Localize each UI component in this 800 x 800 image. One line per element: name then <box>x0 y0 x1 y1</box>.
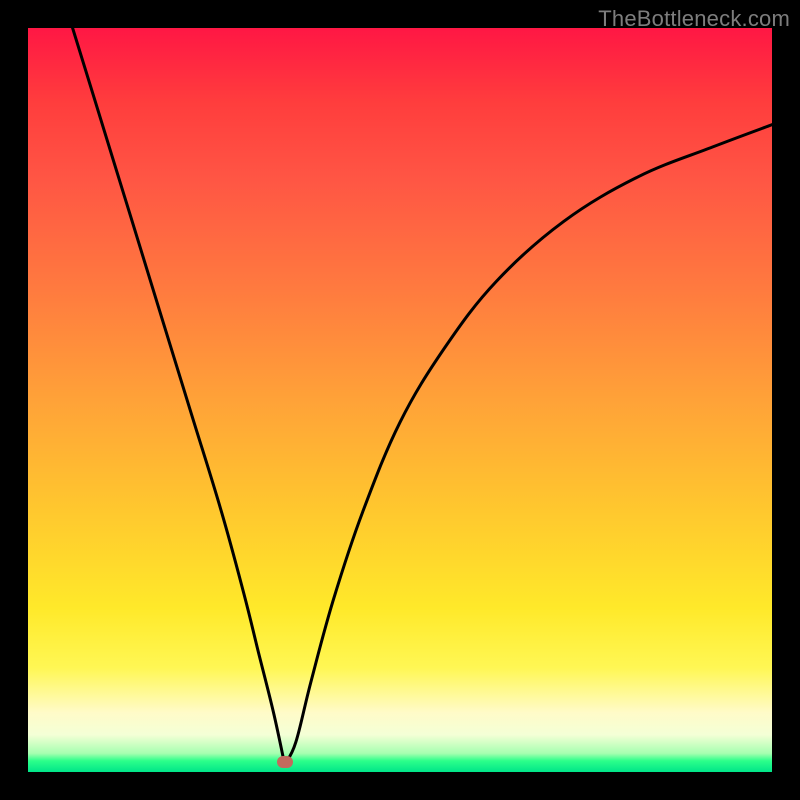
watermark-text: TheBottleneck.com <box>598 6 790 32</box>
optimum-marker <box>277 756 293 768</box>
plot-area <box>28 28 772 772</box>
bottleneck-curve <box>28 28 772 772</box>
chart-frame: TheBottleneck.com <box>0 0 800 800</box>
curve-path <box>73 28 772 765</box>
